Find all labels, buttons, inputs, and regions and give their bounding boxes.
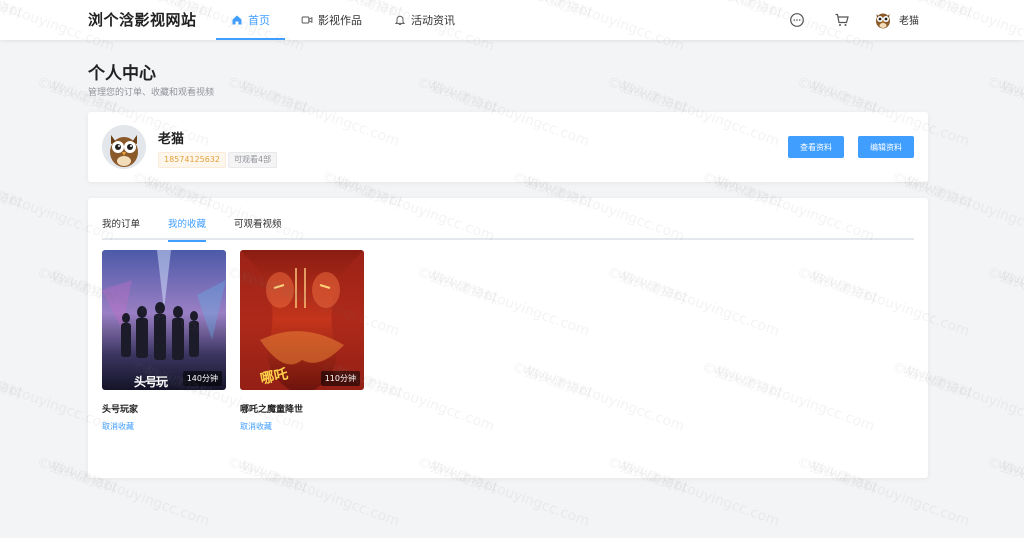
page-title: 个人中心 [88, 64, 156, 84]
avatar [102, 125, 146, 169]
nav-news-label: 活动资讯 [411, 14, 455, 27]
duration-badge: 140分钟 [182, 371, 222, 386]
watermark-text: ©猫头鹰资料 [0, 359, 24, 403]
watermark-text: www.maotouyingcc.com [995, 266, 1024, 340]
site-logo-text[interactable]: 浏个浛影视网站 [88, 9, 197, 30]
main-nav: 首页 影视作品 活动资讯 [216, 0, 471, 40]
video-camera-icon [301, 16, 313, 24]
movie-poster-image [102, 250, 226, 390]
cart-icon[interactable] [834, 12, 850, 28]
unfavorite-link[interactable]: 取消收藏 [102, 421, 226, 432]
page-subtitle: 管理您的订单、收藏和观看视频 [88, 88, 215, 98]
nav-news[interactable]: 活动资讯 [378, 0, 471, 40]
user-name-label: 老猫 [899, 15, 919, 27]
watermark-text: www.maotouyingcc.com [995, 76, 1024, 150]
duration-badge: 110分钟 [320, 371, 360, 386]
movie-card: 头号玩 140分钟 头号玩家 取消收藏 [102, 250, 226, 432]
owl-avatar-icon [876, 13, 890, 29]
movie-card: 哪吒 110分钟 哪吒之魔童降世 取消收藏 [240, 250, 364, 432]
profile-username: 老猫 [158, 132, 185, 147]
nav-home-label: 首页 [248, 14, 270, 27]
watermark-text: www.maotouyingcc.com [995, 456, 1024, 530]
edit-profile-button[interactable]: 编辑资料 [858, 136, 914, 158]
unfavorite-link[interactable]: 取消收藏 [240, 421, 364, 432]
content-card: 我的订单 我的收藏 可观看视频 头号玩 140分钟 头号玩家 取消收藏 哪吒 1… [88, 198, 928, 478]
phone-tag: 18574125632 [158, 152, 226, 168]
home-icon [232, 15, 242, 25]
movie-poster[interactable]: 哪吒 110分钟 [240, 250, 364, 390]
bell-icon [394, 15, 406, 25]
watermark-text: ©猫头鹰资料 [0, 169, 24, 213]
tab-orders[interactable]: 我的订单 [102, 216, 140, 240]
tab-favorites[interactable]: 我的收藏 [168, 216, 207, 242]
tab-watchable[interactable]: 可观看视频 [234, 216, 282, 240]
nav-works[interactable]: 影视作品 [285, 0, 378, 40]
tabs: 我的订单 我的收藏 可观看视频 [102, 216, 914, 242]
movie-title: 哪吒之魔童降世 [240, 405, 304, 415]
message-icon[interactable] [789, 12, 805, 28]
nav-works-label: 影视作品 [318, 14, 362, 27]
user-menu[interactable]: 老猫 [873, 9, 919, 29]
watermark-text: ©猫头鹰资料 [984, 74, 1024, 118]
watermark-text: ©猫头鹰资料 [984, 454, 1024, 498]
watermark-text: ©猫头鹰资料 [984, 264, 1024, 308]
owl-avatar-image [102, 125, 146, 169]
movie-title: 头号玩家 [102, 405, 139, 415]
view-profile-button[interactable]: 查看资料 [788, 136, 844, 158]
nav-home[interactable]: 首页 [216, 0, 285, 40]
watch-count-tag: 可观看4部 [228, 152, 278, 168]
poster-title-art: 头号玩 [134, 375, 168, 389]
movie-poster[interactable]: 头号玩 140分钟 [102, 250, 226, 390]
top-navbar: 浏个浛影视网站 首页 影视作品 活动资讯 老猫 [0, 0, 1024, 40]
profile-card: 老猫 18574125632 可观看4部 查看资料 编辑资料 [88, 112, 928, 182]
